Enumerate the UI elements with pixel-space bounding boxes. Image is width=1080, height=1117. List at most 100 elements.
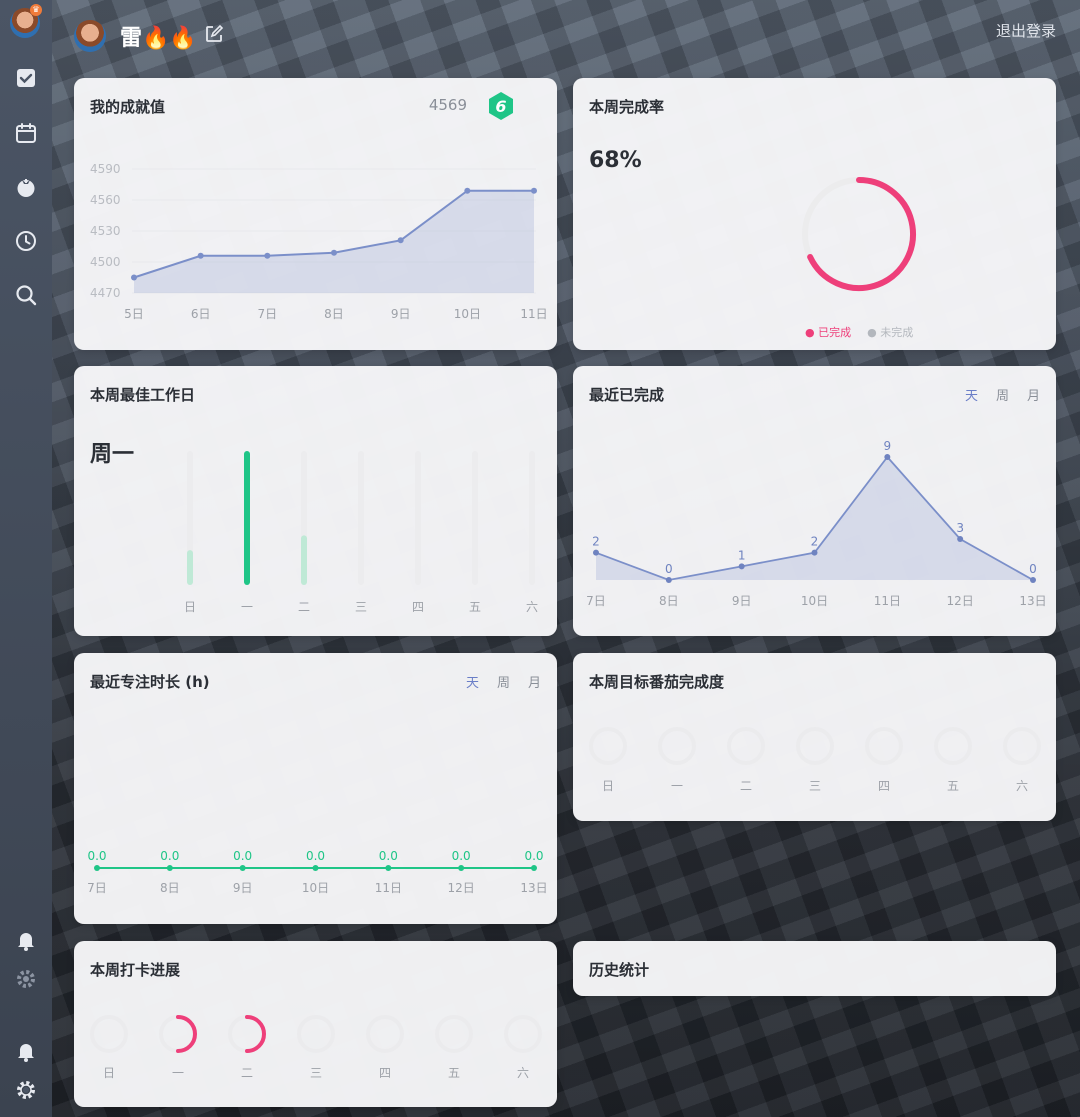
x-tick-label: 10日: [302, 881, 329, 895]
area-fill: [134, 190, 534, 293]
progress-ring: [435, 1015, 473, 1053]
data-point: [811, 549, 818, 556]
donut-arc-completed: [807, 177, 916, 291]
data-point: [458, 865, 465, 871]
data-point: [665, 577, 672, 583]
gear-icon[interactable]: [14, 1078, 38, 1102]
check-square-icon[interactable]: [14, 66, 38, 90]
data-label: 0.0: [452, 849, 471, 863]
data-point: [197, 252, 204, 259]
data-label: 0.0: [87, 849, 106, 863]
data-point: [312, 865, 319, 871]
crown-icon: ♛: [30, 4, 42, 16]
x-tick-label: 六: [526, 600, 538, 614]
x-tick-label: 13日: [520, 881, 547, 895]
recent-done-card: 最近已完成 天 周 月 2 7日 0 8日 1 9日 2 10日 9 11日 3 12日 0 13日: [573, 366, 1056, 636]
day-label: 五: [448, 1066, 460, 1080]
day-label: 四: [878, 779, 890, 793]
data-point: [94, 865, 100, 871]
x-tick-label: 7日: [87, 881, 107, 895]
bell-icon[interactable]: [14, 928, 38, 952]
pomodoro-icon[interactable]: [14, 175, 38, 199]
edit-icon[interactable]: [204, 24, 224, 44]
search-icon[interactable]: [14, 283, 38, 307]
user-avatar[interactable]: [74, 20, 106, 52]
data-point: [1030, 577, 1036, 583]
weekly-rate-donut: [802, 177, 916, 291]
bar-track: [472, 451, 478, 585]
x-tick-label: 五: [469, 600, 481, 614]
y-tick-label: 4530: [90, 224, 121, 238]
data-point: [531, 187, 537, 194]
logout-link[interactable]: 退出登录: [996, 20, 1056, 41]
focus-chart: 0.0 7日 0.0 8日 0.0 9日 0.0 10日 0.0 11日 0.0 12日 0.0 13日: [87, 849, 547, 895]
calendar-icon[interactable]: [14, 121, 38, 145]
data-label: 0: [1029, 562, 1037, 576]
x-tick-label: 四: [412, 600, 424, 614]
x-tick-label: 9日: [233, 881, 253, 895]
day-label: 二: [241, 1066, 253, 1080]
card-title: 历史统计: [589, 961, 650, 979]
bar-track: [529, 451, 535, 585]
x-tick-label: 9日: [732, 594, 752, 608]
x-tick-label: 8日: [659, 594, 679, 608]
progress-arc: [245, 1015, 266, 1053]
progress-arc: [176, 1015, 197, 1053]
recent-done-chart: 2 7日 0 8日 1 9日 2 10日 9 11日 3 12日 0 13日: [586, 439, 1046, 608]
data-point: [264, 252, 271, 259]
tomato-card: 本周目标番茄完成度 日一二三四五六: [573, 653, 1056, 821]
x-tick-label: 12日: [947, 594, 974, 608]
day-label: 三: [310, 1066, 322, 1080]
x-tick-label: 8日: [324, 307, 344, 321]
checkin-card: 本周打卡进展 日一二三四五六: [74, 941, 557, 1107]
data-point: [397, 237, 404, 244]
data-point: [166, 865, 173, 871]
x-tick-label: 一: [241, 600, 253, 614]
checkin-rings: 日一二三四五六: [90, 1015, 542, 1080]
bar-track: [415, 451, 421, 585]
bar-track: [358, 451, 364, 585]
data-point: [957, 536, 964, 542]
data-point: [593, 549, 599, 556]
day-label: 二: [740, 779, 752, 793]
focus-card: 最近专注时长 (h) 天 周 月 0.0 7日 0.0 8日 0.0 9日 0.0 10日 0.…: [74, 653, 557, 924]
day-label: 日: [103, 1066, 115, 1080]
x-tick-label: 10日: [454, 307, 481, 321]
data-label: 0.0: [160, 849, 179, 863]
progress-ring: [658, 727, 696, 765]
clock-icon[interactable]: [14, 229, 38, 253]
bell-icon[interactable]: [14, 1039, 38, 1063]
data-label: 0.0: [524, 849, 543, 863]
legend-done: ● 已完成: [805, 326, 852, 339]
data-point: [464, 187, 471, 194]
achievement-card: 我的成就值 4569 6 4590 4560 4530 4500 4470 5日 6日 7日 8…: [74, 78, 557, 350]
x-tick-label: 10日: [801, 594, 828, 608]
x-tick-label: 8日: [160, 881, 180, 895]
tomato-rings: 日一二三四五六: [589, 727, 1041, 793]
gear-icon[interactable]: [14, 967, 38, 991]
data-label: 1: [738, 548, 746, 562]
data-point: [385, 865, 392, 871]
history-card[interactable]: 历史统计: [573, 941, 1056, 996]
y-tick-label: 4470: [90, 286, 121, 300]
progress-ring: [1003, 727, 1041, 765]
progress-ring: [90, 1015, 128, 1053]
y-tick-label: 4500: [90, 255, 121, 269]
day-label: 六: [1016, 779, 1028, 793]
weekly-rate-card: 本周完成率 68% ● 已完成 ● 未完成: [573, 78, 1056, 350]
data-label: 0.0: [379, 849, 398, 863]
bar: [187, 550, 193, 585]
data-point: [531, 865, 537, 871]
x-tick-label: 11日: [375, 881, 402, 895]
x-tick-label: 7日: [258, 307, 278, 321]
achievement-chart: 4590 4560 4530 4500 44705日 6日 7日 8日 9日 10日 11日: [90, 162, 548, 321]
progress-ring: [366, 1015, 404, 1053]
data-point: [331, 249, 337, 256]
data-label: 3: [956, 521, 964, 535]
progress-ring: [727, 727, 765, 765]
y-tick-label: 4560: [90, 193, 121, 207]
x-tick-label: 12日: [448, 881, 475, 895]
data-point: [884, 454, 891, 460]
data-label: 0.0: [233, 849, 252, 863]
progress-ring: [865, 727, 903, 765]
